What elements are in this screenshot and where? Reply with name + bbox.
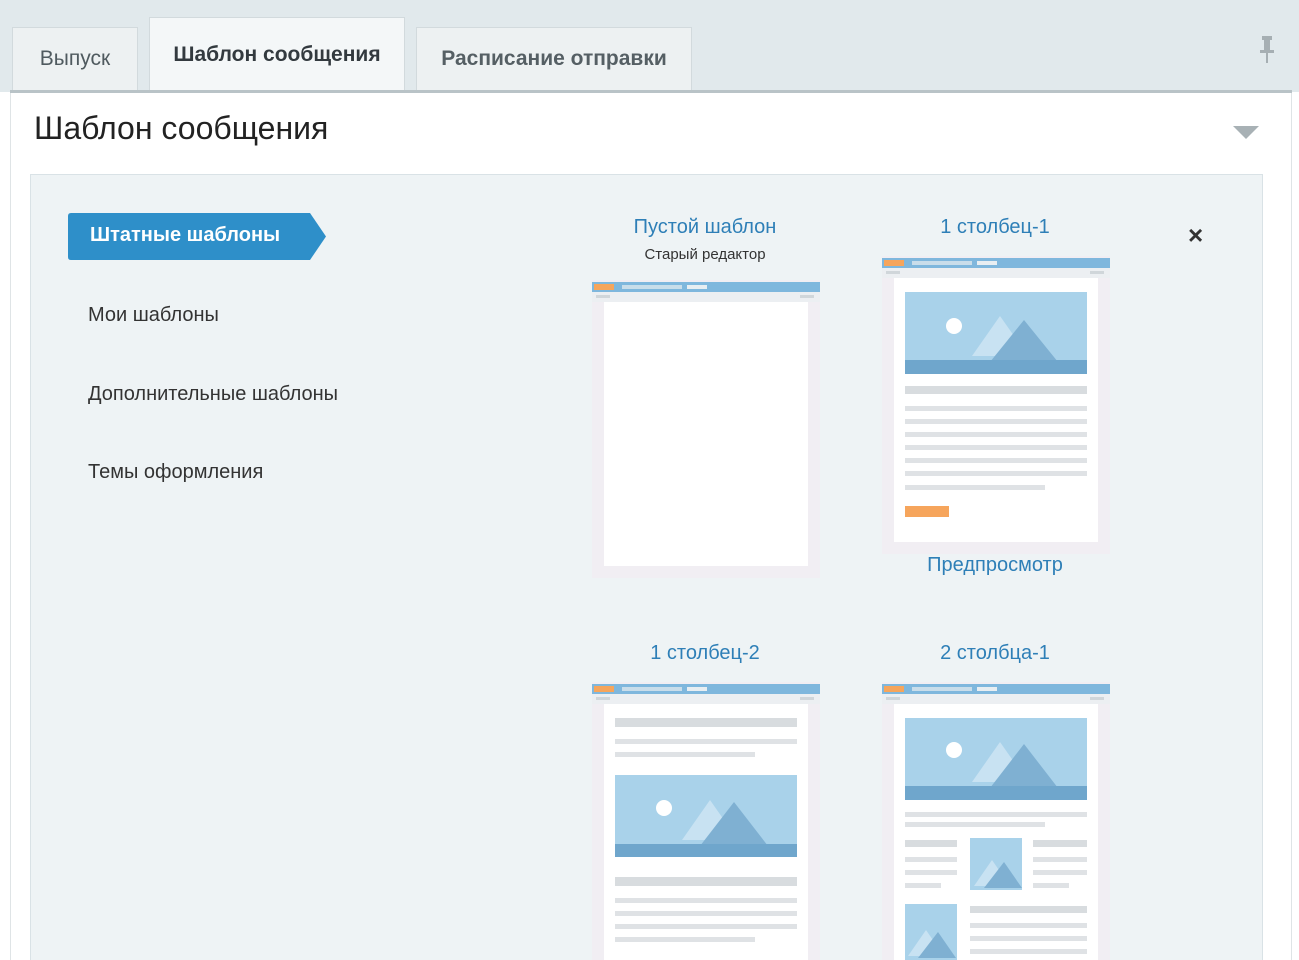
template-2col-1-title[interactable]: 2 столбца-1 xyxy=(865,642,1125,665)
template-2col-1-thumbnail[interactable] xyxy=(882,682,1110,960)
template-1col-1-thumbnail[interactable] xyxy=(882,256,1110,554)
preview-link[interactable]: Предпросмотр xyxy=(865,554,1125,577)
sidebar-item-my-templates[interactable]: Мои шаблоны xyxy=(88,304,219,327)
template-1col-2-thumbnail[interactable] xyxy=(592,682,820,960)
close-icon[interactable]: × xyxy=(1188,222,1203,248)
tab-message-template[interactable]: Шаблон сообщения xyxy=(149,17,405,92)
template-blank-title[interactable]: Пустой шаблон xyxy=(575,216,835,239)
sidebar-item-themes[interactable]: Темы оформления xyxy=(88,461,263,484)
chevron-down-icon[interactable] xyxy=(1233,126,1259,139)
template-1col-1-title[interactable]: 1 столбец-1 xyxy=(865,216,1125,239)
tab-message-template-label: Шаблон сообщения xyxy=(173,43,381,66)
tab-release[interactable]: Выпуск xyxy=(12,27,138,90)
sidebar-item-additional-templates[interactable]: Дополнительные шаблоны xyxy=(88,383,338,406)
sidebar-item-standard-templates-label: Штатные шаблоны xyxy=(90,224,281,246)
tab-release-label: Выпуск xyxy=(39,47,111,70)
pin-icon[interactable] xyxy=(1257,34,1277,64)
page-title: Шаблон сообщения xyxy=(34,110,329,146)
tab-send-schedule-label: Расписание отправки xyxy=(441,47,667,70)
template-blank-subtitle: Старый редактор xyxy=(644,246,766,263)
tab-send-schedule[interactable]: Расписание отправки xyxy=(416,27,692,90)
template-1col-2-title[interactable]: 1 столбец-2 xyxy=(575,642,835,665)
template-blank-thumbnail[interactable] xyxy=(592,280,820,578)
